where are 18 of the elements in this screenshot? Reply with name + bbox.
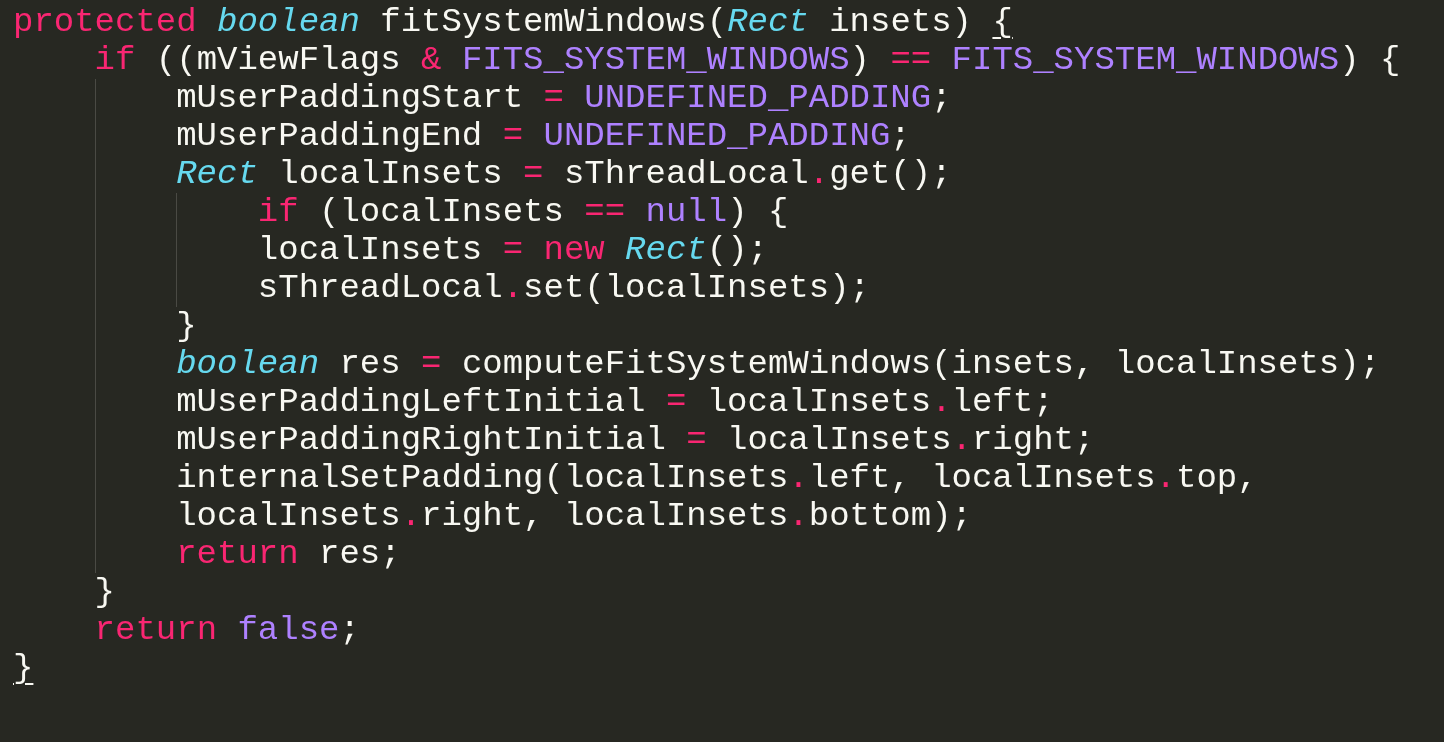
code-line: localInsets = new Rect();: [13, 231, 768, 269]
code-line: }: [13, 307, 197, 345]
code-line: }: [13, 649, 34, 687]
code-line: Rect localInsets = sThreadLocal.get();: [13, 155, 952, 193]
code-line: mUserPaddingEnd = UNDEFINED_PADDING;: [13, 117, 911, 155]
code-line: sThreadLocal.set(localInsets);: [13, 269, 870, 307]
code-line: mUserPaddingLeftInitial = localInsets.left;: [13, 383, 1054, 421]
code-line: return res;: [13, 535, 401, 573]
code-line: }: [93, 573, 115, 611]
code-line: mUserPaddingRightInitial = localInsets.right;: [13, 421, 1095, 459]
code-line: protected boolean fitSystemWindows(Rect insets) {: [13, 3, 1013, 41]
code-line: if ((mViewFlags & FITS_SYSTEM_WINDOWS) == FITS_SYSTEM_WINDOWS) {: [93, 41, 1401, 79]
code-line: internalSetPadding(localInsets.left, localInsets.top,: [13, 459, 1258, 497]
code-line: mUserPaddingStart = UNDEFINED_PADDING;: [13, 79, 952, 117]
code-line: return false;: [93, 611, 360, 649]
code-line: localInsets.right, localInsets.bottom);: [13, 497, 972, 535]
code-line: if (localInsets == null) {: [13, 193, 789, 231]
code-line: boolean res = computeFitSystemWindows(insets, localInsets);: [13, 345, 1381, 383]
